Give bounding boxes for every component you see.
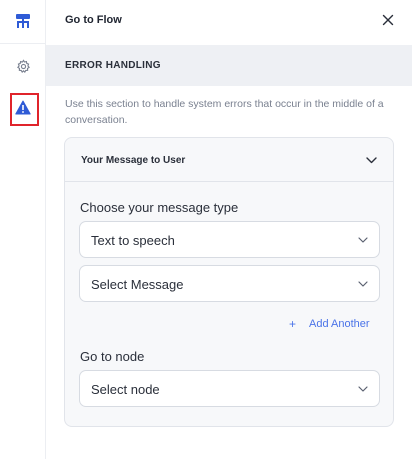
- rail-divider: [0, 43, 45, 44]
- close-icon: [382, 13, 394, 31]
- message-select[interactable]: Select Message: [79, 265, 380, 302]
- gear-icon: [16, 59, 31, 79]
- message-type-select[interactable]: Text to speech: [79, 221, 380, 258]
- message-card-title: Your Message to User: [81, 155, 186, 166]
- settings-tab[interactable]: [0, 49, 46, 89]
- highlight-frame: [10, 93, 39, 126]
- flow-tab[interactable]: [0, 3, 46, 43]
- message-card: Your Message to User Choose your message…: [64, 137, 394, 427]
- flow-panel: Go to Flow ERROR HANDLING Use this secti…: [46, 0, 412, 459]
- chevron-down-icon[interactable]: [364, 153, 378, 167]
- flow-icon: [15, 13, 31, 34]
- panel-header: Go to Flow: [46, 0, 412, 45]
- chevron-down-icon: [357, 383, 369, 395]
- add-another-button[interactable]: + Add Another: [289, 317, 370, 331]
- go-to-node-label: Go to node: [80, 349, 145, 364]
- section-header: ERROR HANDLING: [46, 45, 412, 86]
- message-card-header[interactable]: Your Message to User: [65, 138, 393, 182]
- side-rail: [0, 0, 46, 459]
- section-description: Use this section to handle system errors…: [65, 98, 384, 126]
- message-value: Select Message: [91, 277, 184, 292]
- message-type-label: Choose your message type: [80, 200, 239, 215]
- add-another-label: Add Another: [309, 318, 370, 330]
- close-button[interactable]: [380, 14, 396, 30]
- node-select[interactable]: Select node: [79, 370, 380, 407]
- chevron-down-icon: [357, 234, 369, 246]
- chevron-down-icon: [357, 278, 369, 290]
- section-title: ERROR HANDLING: [65, 60, 161, 71]
- plus-icon: +: [289, 317, 297, 331]
- node-value: Select node: [91, 382, 160, 397]
- message-type-value: Text to speech: [91, 233, 175, 248]
- panel-title: Go to Flow: [65, 14, 122, 26]
